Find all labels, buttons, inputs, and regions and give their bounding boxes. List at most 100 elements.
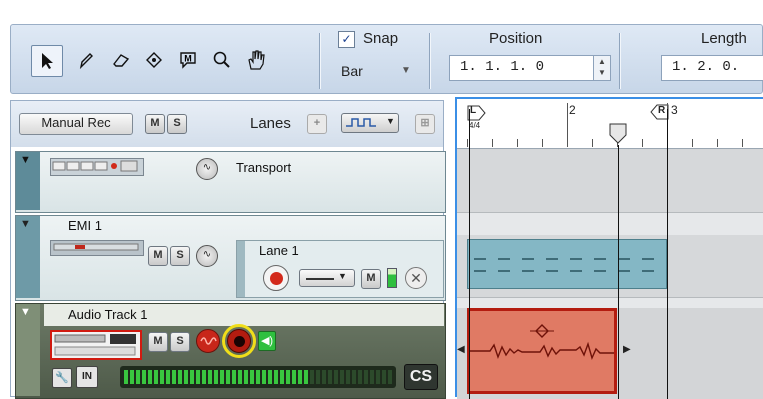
audio-mute-button[interactable]: M (148, 332, 168, 352)
snap-checkbox[interactable]: ✓ (338, 31, 355, 48)
input-icon: IN (82, 371, 92, 382)
audio-track[interactable]: ▼ Audio Track 1 M S ◀) 🔧 IN CS (15, 303, 446, 399)
add-lane-button[interactable]: + (307, 114, 327, 134)
emi-lane-1[interactable]: Lane 1 ▼ M ✕ (236, 240, 444, 298)
lanes-label: Lanes (250, 115, 291, 132)
audio-clip[interactable] (467, 308, 617, 394)
track-list-header: Manual Rec M S Lanes + ▼ ⊞ (11, 101, 443, 147)
paint-bucket-icon (146, 52, 162, 68)
lane-mute-button[interactable]: M (361, 269, 381, 289)
magnify-icon (213, 51, 230, 68)
length-field[interactable]: 1. 2. 0. (661, 55, 763, 81)
note-clip[interactable] (467, 239, 667, 289)
transport-track[interactable]: ▼ ∿ Transport (15, 151, 446, 213)
song-position-line (618, 145, 619, 399)
pencil-icon (79, 53, 93, 69)
audio-lane[interactable]: ◀ ▶ (457, 298, 763, 399)
select-tool-button[interactable] (31, 45, 63, 77)
emi-solo-button[interactable]: S (170, 246, 190, 266)
transport-lane[interactable] (457, 150, 763, 213)
sequencer-timeline[interactable]: L 4/4 2 R 3 ◀ ▶ (455, 97, 763, 399)
meter-level-fill (124, 370, 310, 384)
clip-left-handle-icon[interactable]: ◀ (457, 344, 465, 355)
transport-device-thumbnail (50, 158, 144, 176)
audio-device-thumbnail[interactable] (50, 330, 142, 360)
clip-right-handle-icon[interactable]: ▶ (623, 344, 631, 355)
emi-device-thumbnail (50, 240, 144, 256)
bar-3-label: 3 (671, 103, 678, 117)
eraser-icon (113, 54, 130, 67)
note-events (474, 258, 662, 272)
chevron-down-icon: ▼ (338, 271, 347, 281)
mute-tool-button[interactable]: M (173, 45, 203, 75)
collapse-triangle-icon[interactable]: ▼ (20, 306, 31, 318)
position-field[interactable]: 1. 1. 1. 0 (449, 55, 596, 81)
paint-tool-button[interactable] (139, 45, 169, 75)
record-icon (270, 272, 283, 285)
audio-device-icon (54, 334, 136, 356)
hand-icon (248, 50, 265, 70)
emi-lane[interactable] (457, 213, 763, 298)
lane-pattern-dropdown[interactable]: ▼ (299, 269, 355, 287)
left-locator-line (469, 109, 470, 399)
length-label: Length (701, 30, 747, 47)
audio-monitor-button[interactable] (196, 329, 220, 353)
collapse-triangle-icon[interactable]: ▼ (20, 154, 31, 166)
spin-up-icon: ▲ (598, 57, 606, 66)
wrench-icon: 🔧 (55, 372, 69, 384)
hand-tool-button[interactable] (241, 45, 271, 75)
snap-value-dropdown[interactable]: Bar ▼ (341, 63, 415, 85)
global-mute-button[interactable]: M (145, 114, 165, 134)
chevron-down-icon: ▼ (401, 65, 411, 76)
audio-lane-header (457, 298, 763, 308)
waveform-icon (200, 337, 217, 345)
manual-rec-button[interactable]: Manual Rec (19, 113, 133, 135)
right-locator-label: R (658, 105, 666, 116)
song-position-marker-icon[interactable] (609, 123, 627, 145)
left-locator-label: L (470, 105, 477, 116)
audio-record-enable-button[interactable] (227, 329, 251, 353)
snap-value: Bar (341, 63, 363, 79)
toolbar-divider (619, 33, 620, 89)
pencil-tool-button[interactable] (71, 45, 101, 75)
arrow-pointer-icon (42, 53, 53, 69)
waveform-icon: ∿ (196, 158, 218, 180)
magnify-tool-button[interactable] (207, 45, 237, 75)
toolbar-divider (429, 33, 430, 89)
mute-tool-icon: M (180, 52, 196, 69)
cs-button[interactable]: CS (404, 364, 438, 390)
audio-solo-button[interactable]: S (170, 332, 190, 352)
lane-level-indicator (387, 268, 397, 288)
chevron-down-icon: ▼ (386, 116, 395, 126)
emi-mute-button[interactable]: M (148, 246, 168, 266)
bar-2-label: 2 (569, 103, 576, 117)
audio-input-button[interactable]: IN (76, 366, 98, 388)
lane-view-icon (346, 118, 376, 127)
collapse-triangle-icon[interactable]: ▼ (20, 218, 31, 230)
lane-view-dropdown[interactable]: ▼ (341, 113, 399, 133)
meter-level-empty (310, 370, 392, 384)
position-spinner[interactable]: ▲ ▼ (593, 55, 611, 81)
emi-lane-header (457, 213, 763, 235)
toolbar-divider (319, 33, 320, 89)
midi-input-icon[interactable]: ∿ (196, 245, 218, 267)
right-locator-line (667, 109, 668, 399)
global-solo-button[interactable]: S (167, 114, 187, 134)
audio-settings-button[interactable]: 🔧 (52, 368, 72, 388)
audio-track-name: Audio Track 1 (68, 307, 148, 322)
snap-label: Snap (363, 30, 399, 47)
bar-2-line (567, 103, 568, 147)
audio-input-monitor-button[interactable]: ◀) (258, 331, 276, 351)
ruler: L 4/4 2 R 3 (457, 99, 763, 149)
time-signature: 4/4 (469, 121, 481, 130)
eraser-tool-button[interactable] (106, 45, 136, 75)
transport-controls-icon (52, 160, 138, 172)
lane-options-button[interactable]: ⊞ (415, 114, 435, 134)
lane-record-button[interactable] (263, 265, 289, 291)
audio-level-meter (120, 366, 396, 388)
emi-track-name: EMI 1 (68, 218, 102, 233)
emi-track[interactable]: ▼ EMI 1 M S ∿ Lane 1 ▼ M ✕ (15, 215, 446, 301)
track-list-panel: Manual Rec M S Lanes + ▼ ⊞ ▼ ∿ Transport… (10, 100, 446, 399)
delete-lane-icon[interactable]: ✕ (405, 267, 427, 289)
lane-name: Lane 1 (259, 243, 299, 258)
